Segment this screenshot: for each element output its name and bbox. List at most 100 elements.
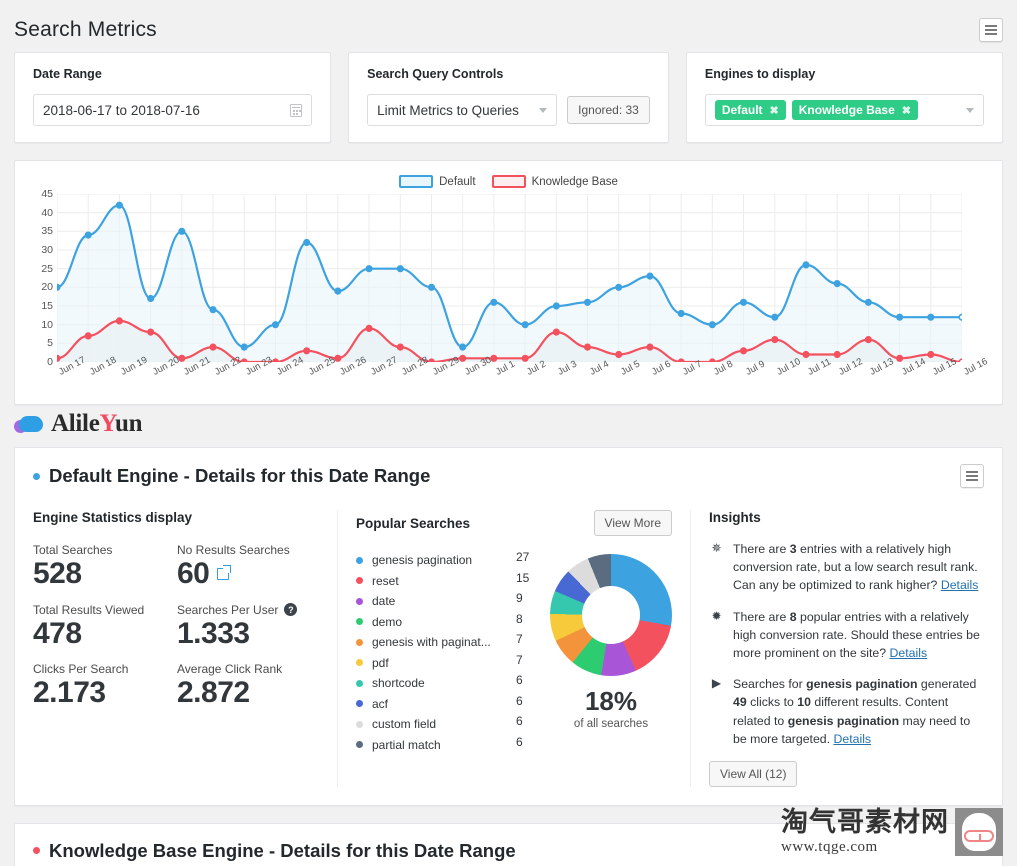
popular-search-count: 6 (516, 734, 523, 749)
engine-color-dot-icon (33, 472, 40, 480)
view-all-insights-button[interactable]: View All (12) (709, 760, 798, 787)
legend-item-knowledge-base[interactable]: Knowledge Base (491, 175, 618, 188)
details-link[interactable]: Details (890, 646, 928, 660)
popular-searches-heading: Popular Searches (356, 515, 471, 531)
engine-options-menu-button[interactable] (960, 464, 984, 488)
popular-search-count: 6 (516, 673, 523, 687)
details-link[interactable]: Details (941, 578, 979, 592)
watermark-brand: AlileYun (51, 410, 143, 437)
engine-statistics-grid: Total Searches 528 No Results Searches 60 To… (33, 543, 321, 710)
knowledge-base-engine-title: Knowledge Base Engine - Details for this… (33, 840, 516, 862)
popular-search-name: date (372, 594, 396, 609)
popular-searches-donut: 18% of all searches (550, 550, 672, 755)
popular-searches-counts: 27 15 9 8 7 7 6 6 6 6 (516, 550, 550, 755)
popular-search-count: 8 (516, 611, 523, 626)
stat-label: Clicks Per Search (33, 662, 129, 677)
legend-item-default[interactable]: Default (399, 175, 476, 188)
cloud-icon (14, 414, 44, 434)
popular-search-name: partial match (372, 737, 441, 752)
stat-cell: Clicks Per Search 2.173 (33, 662, 177, 710)
donut-chart (550, 554, 672, 676)
ignored-queries-button[interactable]: Ignored: 33 (567, 96, 650, 124)
search-metrics-chart-card: Default Knowledge Base 45 40 35 30 25 20 15 10 5… (14, 160, 1003, 405)
insight-item: ✵ There are 3 entries with a relatively h… (709, 540, 984, 595)
screen-options-menu-button[interactable] (979, 18, 1003, 42)
popular-search-row[interactable]: genesis with paginat... (356, 632, 516, 653)
popular-search-row[interactable]: demo (356, 612, 516, 633)
stat-value: 528 (33, 557, 82, 590)
stat-label: Total Searches (33, 543, 113, 557)
popular-search-count: 7 (516, 652, 523, 667)
engine-color-dot-icon (33, 847, 40, 855)
stat-label: No Results Searches (177, 543, 290, 557)
insights-column: Insights ✵ There are 3 entries with a rel… (691, 510, 984, 787)
engine-token-label: Knowledge Base (798, 103, 895, 117)
legend-label: Default (439, 175, 476, 188)
popular-search-row[interactable]: reset (356, 571, 516, 592)
y-axis-tick: 10 (41, 318, 53, 331)
close-icon[interactable]: ✖ (770, 104, 779, 117)
popular-search-name: demo (372, 614, 403, 629)
y-axis-tick: 15 (41, 300, 53, 312)
x-axis-tick: Jul 16 (962, 356, 990, 378)
date-range-input[interactable]: 2018-06-17 to 2018-07-16 (33, 94, 313, 126)
engines-multiselect[interactable]: Default ✖ Knowledge Base ✖ (704, 94, 984, 126)
view-more-button[interactable]: View More (593, 510, 672, 536)
y-axis-tick: 45 (41, 188, 53, 200)
donut-caption: of all searches (573, 718, 649, 730)
triangle-right-icon: ▶ (711, 676, 722, 691)
donut-percent: 18% (584, 686, 638, 716)
series-color-dot-icon (356, 679, 363, 687)
chevron-down-icon[interactable] (966, 107, 974, 113)
search-metrics-page: Search Metrics Date Range 2018-06-17 to … (0, 0, 1017, 866)
popular-search-name: pdf (372, 655, 389, 670)
search-query-controls-card: Search Query Controls Limit Metrics to Q… (348, 52, 669, 143)
legend-swatch-icon (491, 175, 526, 188)
popular-search-count: 15 (516, 570, 530, 585)
insight-text: Searches for genesis pagination generate… (733, 677, 977, 746)
popular-search-row[interactable]: shortcode (356, 673, 516, 694)
series-color-dot-icon (356, 556, 363, 564)
stat-cell: Average Click Rank 2.872 (177, 662, 321, 710)
help-icon[interactable]: ? (284, 603, 298, 617)
popular-search-row[interactable]: custom field (356, 714, 516, 735)
series-color-dot-icon (356, 597, 363, 605)
y-axis-tick: 25 (41, 262, 53, 275)
stat-cell: Searches Per User? 1.333 (177, 603, 321, 651)
popular-search-count: 7 (516, 632, 523, 646)
engine-token-label: Default (721, 103, 763, 117)
series-color-dot-icon (356, 618, 363, 626)
engine-token-knowledge-base[interactable]: Knowledge Base ✖ (791, 100, 918, 120)
date-range-value: 2018-06-17 to 2018-07-16 (43, 102, 200, 118)
query-controls-label: Search Query Controls (367, 67, 504, 81)
award-ribbon-icon: ✹ (711, 608, 722, 623)
engines-to-display-card: Engines to display Default ✖ Knowledge B… (685, 52, 1003, 143)
stat-cell: Total Searches 528 (33, 543, 177, 591)
series-color-dot-icon (356, 720, 363, 728)
limit-metrics-select[interactable]: Limit Metrics to Queries (367, 94, 558, 126)
external-link-icon[interactable] (217, 564, 232, 580)
stat-cell: Total Results Viewed 478 (33, 603, 177, 651)
popular-search-name: custom field (372, 717, 437, 732)
stat-value: 60 (177, 557, 321, 591)
details-link[interactable]: Details (833, 732, 871, 746)
chart-legend: Default Knowledge Base (25, 175, 992, 188)
insight-item: ▶ Searches for genesis pagination generat… (709, 675, 984, 748)
hamburger-icon (966, 471, 978, 473)
popular-search-row[interactable]: partial match (356, 735, 516, 756)
chart-y-axis: 45 40 35 30 25 20 15 10 5 0 (27, 188, 53, 368)
hamburger-icon (966, 479, 978, 481)
default-engine-title: Default Engine - Details for this Date R… (33, 465, 430, 487)
popular-search-row[interactable]: date (356, 591, 516, 612)
popular-search-row[interactable]: acf (356, 694, 516, 715)
engine-token-default[interactable]: Default ✖ (714, 100, 786, 120)
watermark-bottom: 淘气哥素材网 www.tqge.com (781, 808, 1003, 856)
insights-list: ✵ There are 3 entries with a relatively h… (709, 540, 984, 748)
popular-search-row[interactable]: pdf (356, 653, 516, 674)
close-icon[interactable]: ✖ (902, 104, 911, 117)
series-color-dot-icon (356, 700, 363, 708)
popular-searches-list: genesis pagination reset date demo genesis w… (356, 550, 516, 755)
popular-search-name: genesis with paginat... (372, 635, 491, 650)
popular-search-row[interactable]: genesis pagination (356, 550, 516, 571)
engine-title-text: Default Engine - Details for this Date R… (49, 465, 431, 486)
